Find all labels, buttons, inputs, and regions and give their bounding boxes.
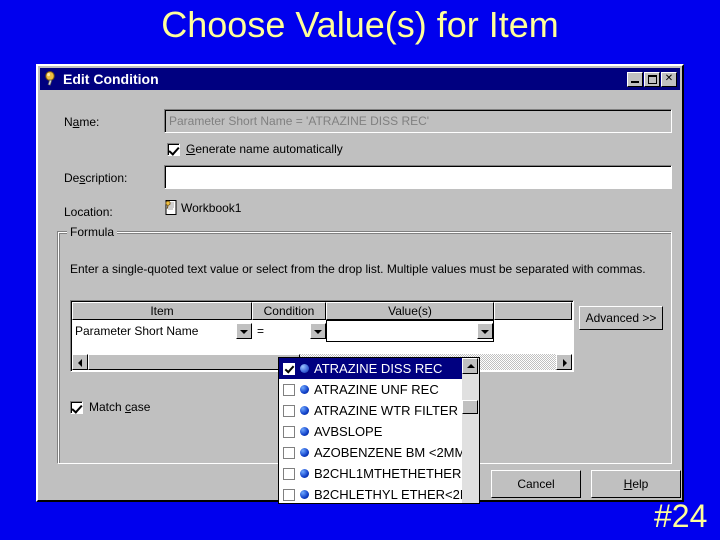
cancel-button[interactable]: Cancel	[491, 470, 581, 498]
grid-header-condition: Condition	[252, 302, 326, 320]
close-icon: ✕	[664, 73, 674, 84]
location-value-row: Workbook1	[164, 200, 241, 215]
item-dropdown-button[interactable]	[236, 323, 252, 339]
name-label: Name:	[64, 115, 100, 129]
formula-hint: Enter a single-quoted text value or sele…	[70, 262, 646, 276]
value-bullet-icon	[300, 364, 309, 373]
grid-cell-values[interactable]	[326, 320, 494, 342]
dropdown-scroll-up-arrow[interactable]	[462, 358, 478, 374]
value-bullet-icon	[300, 469, 309, 478]
grid-cell-condition-value: =	[257, 324, 265, 338]
help-button-label: Help	[623, 477, 649, 491]
generate-name-checkbox-row[interactable]: Generate name automatically	[167, 142, 343, 156]
generate-name-label: Generate name automatically	[186, 142, 343, 156]
dropdown-item-label: B2CHLETHYL ETHER<2M	[314, 487, 471, 502]
dropdown-item-label: AZOBENZENE BM <2MM	[314, 445, 466, 460]
dialog-titlebar[interactable]: Edit Condition ✕	[40, 68, 680, 90]
slide-number-large: #24	[654, 498, 708, 534]
value-bullet-icon	[300, 427, 309, 436]
location-label: Location:	[64, 205, 113, 219]
help-button[interactable]: Help	[591, 470, 681, 498]
grid-header-values: Value(s)	[326, 302, 494, 320]
dropdown-item-checkbox[interactable]	[283, 425, 295, 438]
grid-cell-item-value: Parameter Short Name	[75, 324, 199, 338]
hscroll-thumb[interactable]	[88, 354, 300, 370]
dropdown-item-label: ATRAZINE DISS REC	[314, 361, 443, 376]
dropdown-item-label: ATRAZINE UNF REC	[314, 382, 439, 397]
dropdown-item-label: B2CHL1MTHETHETHER<2	[314, 466, 477, 481]
dropdown-item[interactable]: ATRAZINE WTR FILTER	[279, 400, 463, 421]
dropdown-item-label: AVBSLOPE	[314, 424, 383, 439]
window-controls: ✕	[627, 71, 677, 87]
page-title: Choose Value(s) for Item	[161, 4, 559, 45]
formula-legend: Formula	[67, 225, 118, 239]
values-dropdown-list[interactable]: ATRAZINE DISS REC ATRAZINE UNF REC ATRAZIN…	[278, 357, 480, 504]
dropdown-item-checkbox[interactable]	[283, 446, 295, 459]
match-case-checkbox[interactable]	[70, 400, 83, 414]
dropdown-item[interactable]: B2CHLETHYL ETHER<2M	[279, 484, 471, 503]
dialog-title: Edit Condition	[63, 71, 159, 87]
cancel-button-label: Cancel	[517, 477, 555, 491]
description-label: Description:	[64, 171, 128, 185]
match-case-label: Match case	[89, 400, 151, 414]
lightbulb-icon	[43, 71, 59, 87]
grid-cell-item[interactable]: Parameter Short Name	[72, 321, 252, 341]
advanced-button[interactable]: Advanced >>	[579, 306, 663, 330]
description-input[interactable]	[164, 165, 672, 189]
maximize-button[interactable]	[644, 71, 660, 87]
hscroll-right-arrow[interactable]	[556, 354, 572, 370]
value-bullet-icon	[300, 490, 309, 499]
name-input-value: Parameter Short Name = 'ATRAZINE DISS RE…	[169, 114, 430, 128]
hscroll-left-arrow[interactable]	[72, 354, 88, 370]
dropdown-items: ATRAZINE DISS REC ATRAZINE UNF REC ATRAZIN…	[279, 358, 476, 503]
generate-name-checkbox[interactable]	[167, 142, 180, 156]
grid-cell-condition[interactable]: =	[252, 321, 326, 341]
condition-dropdown-button[interactable]	[310, 323, 326, 339]
minimize-button[interactable]	[627, 71, 643, 87]
location-value: Workbook1	[181, 200, 242, 215]
dropdown-item-checkbox[interactable]	[283, 488, 295, 501]
dropdown-item[interactable]: AVBSLOPE	[279, 421, 463, 442]
dropdown-item[interactable]: ATRAZINE DISS REC	[279, 358, 463, 379]
match-case-checkbox-row[interactable]: Match case	[70, 400, 150, 414]
dropdown-item-checkbox[interactable]	[283, 362, 295, 375]
grid-header-item: Item	[72, 302, 252, 320]
dropdown-item[interactable]: ATRAZINE UNF REC	[279, 379, 463, 400]
dropdown-scroll-thumb[interactable]	[462, 400, 478, 414]
value-bullet-icon	[300, 448, 309, 457]
advanced-button-label: Advanced >>	[585, 311, 657, 325]
value-bullet-icon	[300, 406, 309, 415]
grid-header-spacer	[494, 302, 572, 320]
dropdown-item[interactable]: AZOBENZENE BM <2MM	[279, 442, 466, 463]
value-bullet-icon	[300, 385, 309, 394]
workbook-icon	[164, 200, 178, 215]
dropdown-scrollbar[interactable]	[462, 358, 479, 503]
dropdown-item-checkbox[interactable]	[283, 467, 295, 480]
name-input[interactable]: Parameter Short Name = 'ATRAZINE DISS RE…	[164, 109, 672, 133]
dropdown-item-checkbox[interactable]	[283, 404, 295, 417]
values-dropdown-button[interactable]	[477, 323, 493, 339]
dropdown-item-label: ATRAZINE WTR FILTER	[314, 403, 458, 418]
close-button[interactable]: ✕	[661, 71, 677, 87]
dropdown-item[interactable]: B2CHL1MTHETHETHER<2	[279, 463, 476, 484]
dropdown-item-checkbox[interactable]	[283, 383, 295, 396]
